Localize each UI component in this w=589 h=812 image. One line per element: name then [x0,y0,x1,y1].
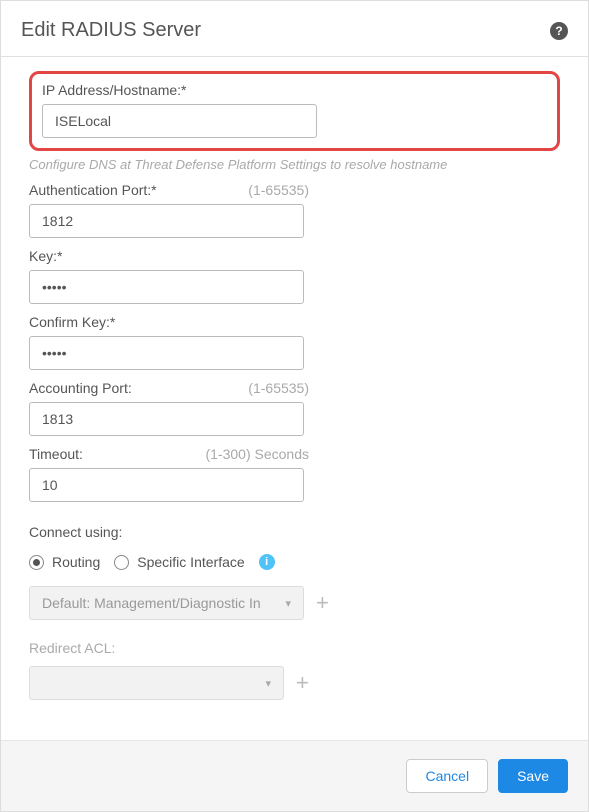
timeout-input[interactable] [29,468,304,502]
accounting-port-hint: (1-65535) [248,380,309,396]
accounting-port-input[interactable] [29,402,304,436]
cancel-button[interactable]: Cancel [406,759,488,793]
redirect-acl-row: ▾ + [29,666,560,700]
modal-footer: Cancel Save [1,740,588,811]
auth-port-label: Authentication Port:* [29,182,157,198]
save-button[interactable]: Save [498,759,568,793]
modal-body: IP Address/Hostname:* Configure DNS at T… [1,57,588,740]
modal-title: Edit RADIUS Server [21,19,201,42]
ip-hostname-input[interactable] [42,104,317,138]
chevron-down-icon: ▾ [285,597,291,610]
connect-using-label: Connect using: [29,524,560,540]
ip-hostname-label: IP Address/Hostname:* [42,82,547,98]
auth-port-input[interactable] [29,204,304,238]
confirm-key-label: Confirm Key:* [29,314,560,330]
edit-radius-server-dialog: Edit RADIUS Server ? IP Address/Hostname… [0,0,589,812]
add-interface-button[interactable]: + [316,592,329,614]
confirm-key-input[interactable] [29,336,304,370]
routing-radio-label: Routing [52,554,100,570]
routing-radio[interactable] [29,555,44,570]
help-icon[interactable]: ? [550,22,568,40]
key-input[interactable] [29,270,304,304]
auth-port-hint: (1-65535) [248,182,309,198]
interface-select: Default: Management/Diagnostic In ▾ [29,586,304,620]
chevron-down-icon: ▾ [265,677,271,690]
ip-hostname-highlight: IP Address/Hostname:* [29,71,560,151]
redirect-acl-select: ▾ [29,666,284,700]
specific-interface-radio[interactable] [114,555,129,570]
add-redirect-acl-button[interactable]: + [296,672,309,694]
timeout-hint: (1-300) Seconds [205,446,309,462]
accounting-port-label: Accounting Port: [29,380,132,396]
key-label: Key:* [29,248,560,264]
interface-select-value: Default: Management/Diagnostic In [42,595,261,611]
specific-interface-radio-label: Specific Interface [137,554,244,570]
connect-using-radios: Routing Specific Interface i [29,554,560,570]
info-icon[interactable]: i [259,554,275,570]
modal-header: Edit RADIUS Server ? [1,1,588,57]
dns-note: Configure DNS at Threat Defense Platform… [29,157,560,172]
timeout-label: Timeout: [29,446,83,462]
interface-select-row: Default: Management/Diagnostic In ▾ + [29,586,560,620]
redirect-acl-label: Redirect ACL: [29,640,560,656]
